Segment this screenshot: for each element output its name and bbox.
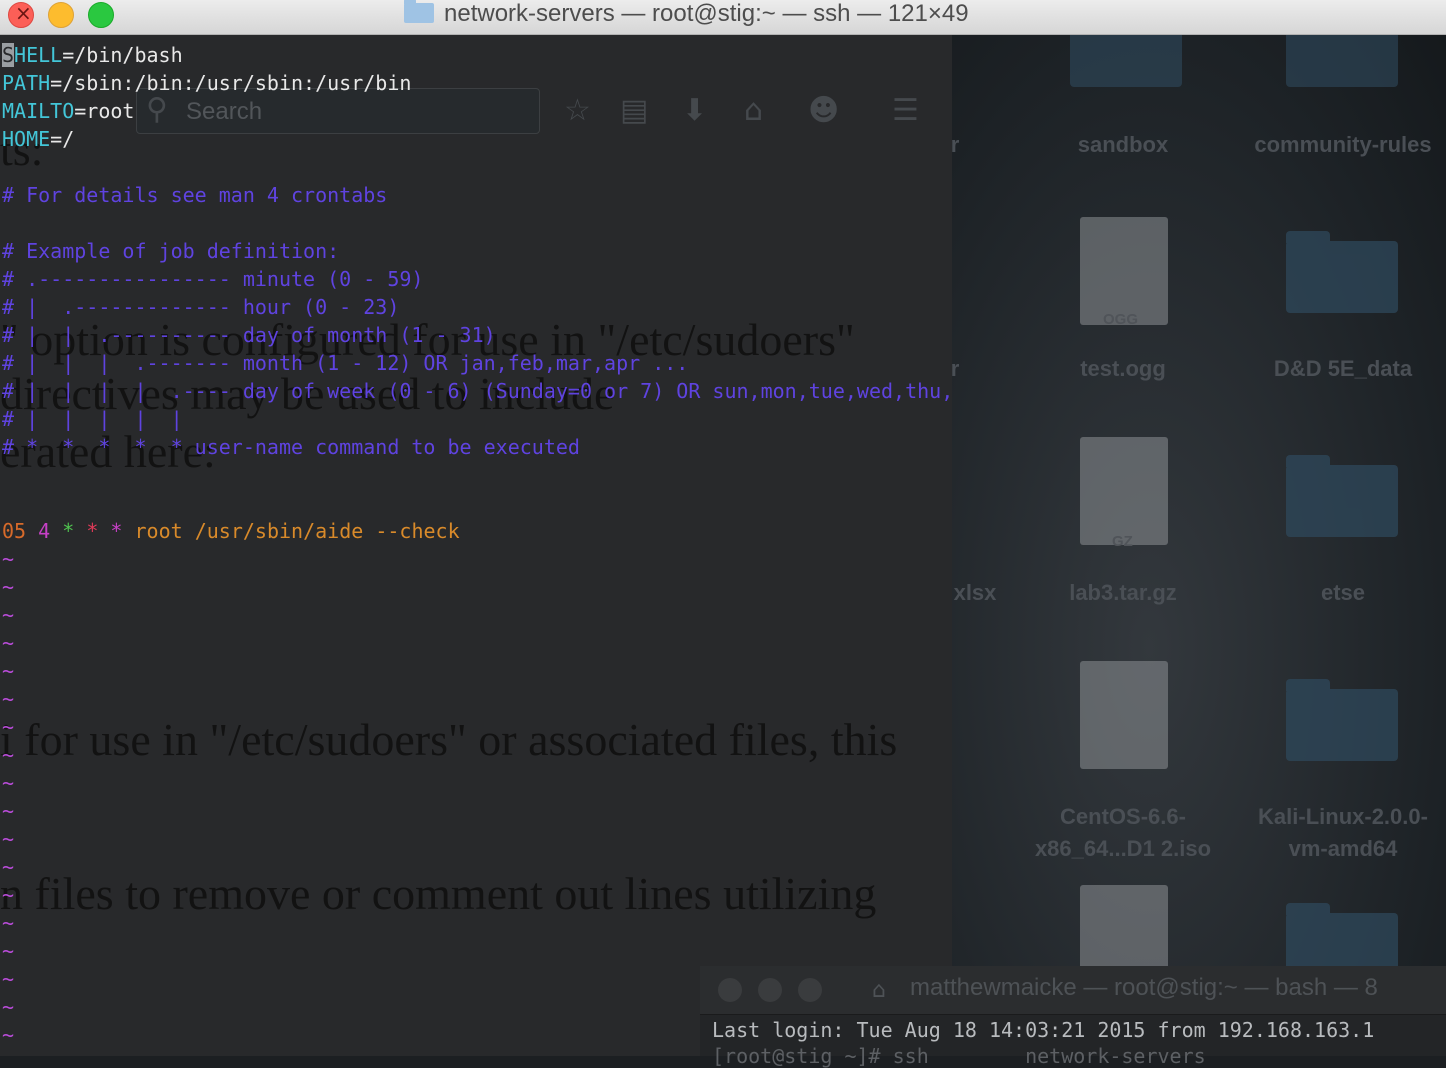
comment-line: # | | | .------- month (1 - 12) OR jan,f… <box>2 351 689 375</box>
desktop-label-community-rules[interactable]: community-rules <box>1238 129 1446 161</box>
tilde-line: ~ <box>2 659 15 683</box>
reading-list-icon: ▤ <box>620 93 649 128</box>
env-var-value: / <box>62 127 75 151</box>
comment-line: # * * * * * user-name command to be exec… <box>2 435 580 459</box>
ghost-doc-line: i for use in "/etc/sudoers" or associate… <box>0 714 898 765</box>
comment-line: # | | .---------- day of month (1 - 31) <box>2 323 496 347</box>
comment-line: # | | | | | <box>2 407 183 431</box>
cron-minute: 05 <box>2 519 27 543</box>
folder-icon[interactable] <box>1286 455 1398 537</box>
comment-line: # For details see man 4 crontabs <box>2 183 388 207</box>
audio-file-icon[interactable] <box>1080 217 1168 325</box>
desktop: sandbox community-rules r OGG test.ogg D… <box>952 35 1446 1056</box>
env-var-name-rest: HELL <box>14 43 63 67</box>
desktop-label-kali[interactable]: Kali-Linux-2.0.0- vm-amd64 <box>1238 801 1446 865</box>
tilde-line: ~ <box>2 827 15 851</box>
tilde-line: ~ <box>2 771 15 795</box>
tilde-line: ~ <box>2 715 15 739</box>
env-var-name: MAILTO <box>2 99 75 123</box>
bookmark-star-icon: ☆ <box>564 93 591 128</box>
cron-dom: * <box>62 519 75 543</box>
comment-line: # .---------------- minute (0 - 59) <box>2 267 424 291</box>
env-line-home: HOME=/ <box>2 125 74 153</box>
env-line-shell: SHELL=/bin/bash <box>2 41 183 69</box>
comment-line: # | .------------- hour (0 - 23) <box>2 295 400 319</box>
folder-icon <box>404 0 434 23</box>
tilde-line: ~ <box>2 967 15 991</box>
tilde-line: ~ <box>2 743 15 767</box>
close-button[interactable] <box>718 978 742 1002</box>
comment-line: # | | | | .---- day of week (0 - 6) (Sun… <box>2 379 952 403</box>
minimize-button[interactable] <box>758 978 782 1002</box>
tilde-line: ~ <box>2 883 15 907</box>
second-terminal-title-bar: ⌂ matthewmaicke — root@stig:~ — bash — 8 <box>700 966 1446 1015</box>
second-terminal-title: matthewmaicke — root@stig:~ — bash — 8 <box>910 974 1378 1001</box>
search-icon: ⚲ <box>146 92 168 127</box>
second-terminal-window[interactable]: ⌂ matthewmaicke — root@stig:~ — bash — 8… <box>700 966 1446 1068</box>
terminal-window[interactable]: ⚲ Search ☆ ▤ ⬇ ⌂ ☻ ☰ ts: " option is con… <box>0 35 952 1056</box>
tilde-line: ~ <box>2 603 15 627</box>
equals: = <box>62 43 75 67</box>
folder-icon[interactable] <box>1070 35 1182 87</box>
disk-image-icon[interactable] <box>1080 661 1168 769</box>
comment-line: # Example of job definition: <box>2 239 340 263</box>
home-icon: ⌂ <box>872 978 886 1003</box>
env-line-mailto: MAILTO=root <box>2 97 134 125</box>
tilde-line: ~ <box>2 911 15 935</box>
equals: = <box>50 127 63 151</box>
equals: = <box>74 99 87 123</box>
minimize-button[interactable] <box>48 2 74 28</box>
env-var-name: SHELL <box>2 43 62 67</box>
download-icon: ⬇ <box>682 93 708 128</box>
desktop-label-centos[interactable]: CentOS-6.6- x86_64...D1 2.iso <box>1018 801 1228 865</box>
partial-prompt-line: [root@stig ~]# ssh network-servers <box>712 1044 1206 1068</box>
zoom-button[interactable] <box>798 978 822 1002</box>
folder-icon[interactable] <box>1286 231 1398 313</box>
tilde-line: ~ <box>2 687 15 711</box>
ghost-doc-line: n files to remove or comment out lines u… <box>0 868 877 919</box>
close-button[interactable] <box>8 1 34 28</box>
equals: = <box>50 71 63 95</box>
tilde-line: ~ <box>2 855 15 879</box>
folder-icon[interactable] <box>1286 35 1398 87</box>
tilde-line: ~ <box>2 995 15 1019</box>
desktop-label-dnd[interactable]: D&D 5E_data <box>1238 353 1446 385</box>
env-var-value: /bin/bash <box>74 43 183 67</box>
folder-icon[interactable] <box>1286 679 1398 761</box>
zoom-button[interactable] <box>88 2 114 28</box>
home-icon: ⌂ <box>744 93 764 128</box>
file-badge-gz: GZ <box>1112 533 1133 550</box>
tilde-line: ~ <box>2 939 15 963</box>
title-bar: network-servers — root@stig:~ — ssh — 12… <box>0 0 1446 35</box>
tilde-line: ~ <box>2 1023 15 1047</box>
archive-file-icon[interactable] <box>1080 437 1168 545</box>
menu-icon: ☰ <box>892 93 919 128</box>
window-title: network-servers — root@stig:~ — ssh — 12… <box>404 0 969 28</box>
cron-entry: 05 4 * * * root /usr/sbin/aide --check <box>2 517 460 545</box>
tilde-line: ~ <box>2 799 15 823</box>
cron-month: * <box>86 519 99 543</box>
env-var-name: HOME <box>2 127 51 151</box>
env-var-name: PATH <box>2 71 51 95</box>
tilde-line: ~ <box>2 547 15 571</box>
cron-hour: 4 <box>38 519 51 543</box>
ghost-search-placeholder: Search <box>186 98 263 125</box>
env-var-value: root <box>86 99 135 123</box>
desktop-label-partial[interactable]: r <box>952 129 1060 161</box>
window-title-text: network-servers — root@stig:~ — ssh — 12… <box>444 0 969 27</box>
env-var-value: /sbin:/bin:/usr/sbin:/usr/bin <box>62 71 412 95</box>
tilde-line: ~ <box>2 575 15 599</box>
last-login-line: Last login: Tue Aug 18 14:03:21 2015 fro… <box>712 1018 1375 1042</box>
tilde-line: ~ <box>2 631 15 655</box>
cursor: S <box>2 43 15 67</box>
desktop-label-partial[interactable]: r <box>952 353 1060 385</box>
desktop-label-etse[interactable]: etse <box>1238 577 1446 609</box>
cron-command: root /usr/sbin/aide --check <box>134 519 460 543</box>
chat-icon: ☻ <box>808 93 840 128</box>
desktop-label-partial[interactable]: xlsx <box>952 577 1080 609</box>
env-line-path: PATH=/sbin:/bin:/usr/sbin:/usr/bin <box>2 69 411 97</box>
file-badge-ogg: OGG <box>1103 311 1139 328</box>
cron-dow: * <box>110 519 123 543</box>
